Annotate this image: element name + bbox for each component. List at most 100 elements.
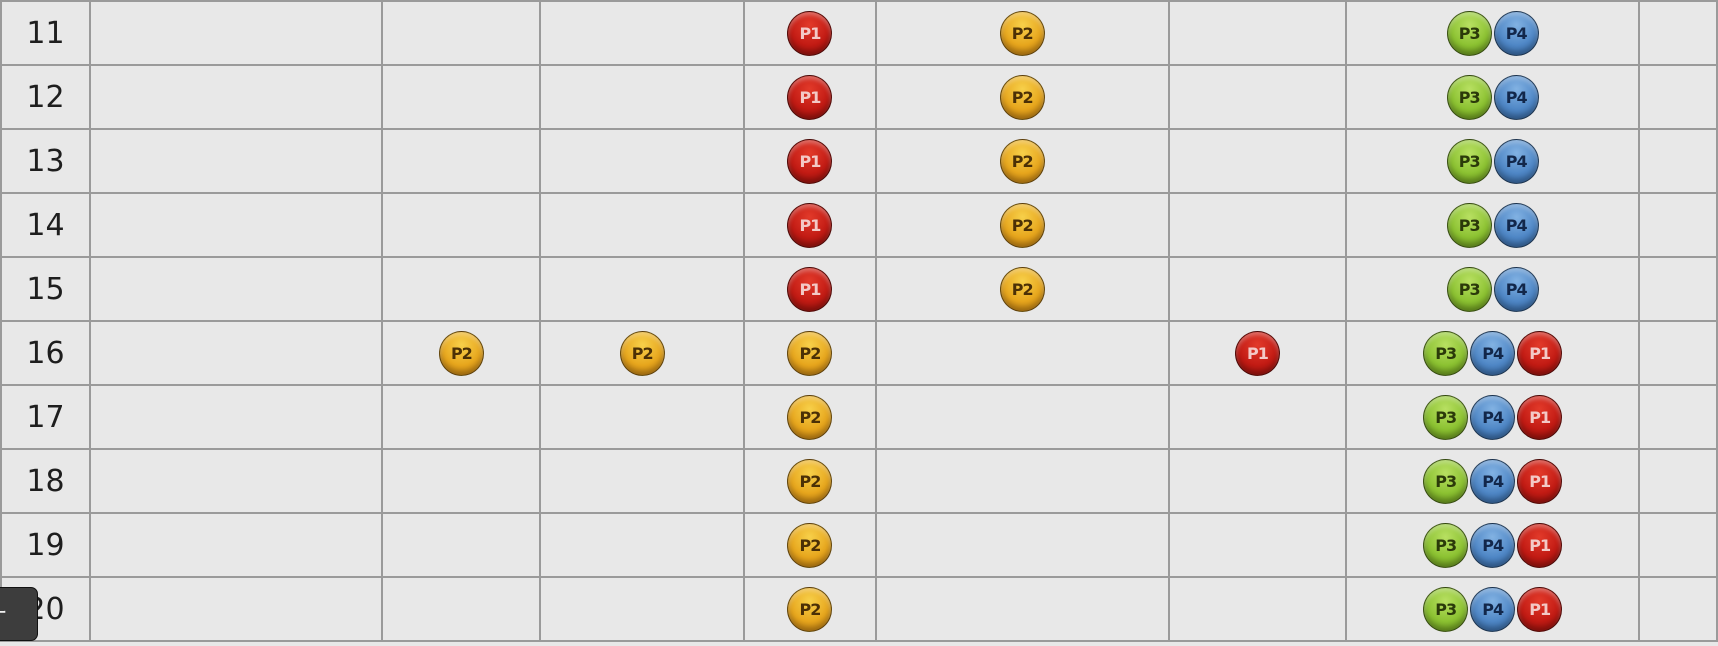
player-token-p4[interactable]: P4 [1493,74,1539,120]
player-token-p1[interactable]: P1 [1517,330,1563,376]
board-cell[interactable] [1167,0,1348,66]
board-cell[interactable] [1167,576,1348,642]
board-cell[interactable] [1638,192,1718,258]
board-cell[interactable] [1638,0,1718,66]
player-token-p3[interactable]: P3 [1423,522,1469,568]
board-cell[interactable] [1638,512,1718,578]
board-cell[interactable]: P2 [743,384,877,450]
board-cell[interactable] [88,128,384,194]
player-token-p1[interactable]: P1 [787,202,833,248]
player-token-p2[interactable]: P2 [999,138,1045,184]
board-cell[interactable] [539,128,746,194]
board-cell[interactable]: P3 P4 P1 [1345,576,1641,642]
player-token-p1[interactable]: P1 [787,74,833,120]
board-cell[interactable] [1638,576,1718,642]
board-cell[interactable]: P2 [874,128,1170,194]
player-token-p2[interactable]: P2 [999,202,1045,248]
board-cell[interactable] [381,512,542,578]
board-cell[interactable] [1638,128,1718,194]
board-cell[interactable] [88,64,384,130]
player-token-p4[interactable]: P4 [1493,138,1539,184]
board-cell[interactable] [874,576,1170,642]
board-cell[interactable]: P2 [743,576,877,642]
player-token-p2[interactable]: P2 [999,266,1045,312]
player-token-p1[interactable]: P1 [787,10,833,56]
board-cell[interactable] [88,448,384,514]
player-token-p2[interactable]: P2 [787,330,833,376]
player-token-p1[interactable]: P1 [787,138,833,184]
player-token-p1[interactable]: P1 [1517,458,1563,504]
board-cell[interactable]: P2 [874,256,1170,322]
board-cell[interactable] [874,320,1170,386]
player-token-p2[interactable]: P2 [619,330,665,376]
board-cell[interactable] [539,576,746,642]
board-cell[interactable]: P2 [874,192,1170,258]
player-token-p2[interactable]: P2 [999,10,1045,56]
player-token-p3[interactable]: P3 [1446,10,1492,56]
board-cell[interactable] [539,448,746,514]
board-cell[interactable] [539,256,746,322]
board-cell[interactable]: P1 [1167,320,1348,386]
board-cell[interactable] [539,192,746,258]
board-cell[interactable]: P3 P4 P1 [1345,320,1641,386]
board-cell[interactable]: P2 [381,320,542,386]
board-cell[interactable] [88,0,384,66]
board-cell[interactable]: P3 P4 [1345,128,1641,194]
board-cell[interactable] [539,64,746,130]
player-token-p1[interactable]: P1 [1517,586,1563,632]
board-cell[interactable]: P3 P4 P1 [1345,448,1641,514]
board-cell[interactable] [1167,256,1348,322]
player-token-p4[interactable]: P4 [1470,330,1516,376]
player-token-p4[interactable]: P4 [1470,458,1516,504]
player-token-p2[interactable]: P2 [787,458,833,504]
board-cell[interactable] [381,64,542,130]
board-cell[interactable] [88,576,384,642]
player-token-p3[interactable]: P3 [1446,138,1492,184]
player-token-p3[interactable]: P3 [1423,394,1469,440]
player-token-p1[interactable]: P1 [1517,522,1563,568]
board-cell[interactable] [88,512,384,578]
board-cell[interactable] [381,256,542,322]
player-token-p4[interactable]: P4 [1493,266,1539,312]
board-cell[interactable]: P2 [743,512,877,578]
board-cell[interactable]: P2 [874,0,1170,66]
board-cell[interactable] [381,384,542,450]
player-token-p3[interactable]: P3 [1446,266,1492,312]
player-token-p4[interactable]: P4 [1470,522,1516,568]
board-cell[interactable] [1638,64,1718,130]
player-token-p1[interactable]: P1 [787,266,833,312]
player-token-p3[interactable]: P3 [1423,458,1469,504]
board-cell[interactable]: P3 P4 [1345,0,1641,66]
board-cell[interactable] [88,192,384,258]
board-cell[interactable] [381,192,542,258]
board-cell[interactable]: P1 [743,256,877,322]
player-token-p3[interactable]: P3 [1423,330,1469,376]
player-token-p2[interactable]: P2 [999,74,1045,120]
board-cell[interactable] [1167,384,1348,450]
board-cell[interactable] [1167,448,1348,514]
player-token-p2[interactable]: P2 [438,330,484,376]
board-cell[interactable] [539,384,746,450]
player-token-p4[interactable]: P4 [1493,202,1539,248]
board-cell[interactable] [539,512,746,578]
board-cell[interactable] [381,0,542,66]
board-cell[interactable] [1167,64,1348,130]
board-cell[interactable] [88,256,384,322]
board-cell[interactable] [381,128,542,194]
board-cell[interactable] [1167,192,1348,258]
board-cell[interactable] [88,320,384,386]
board-cell[interactable]: P2 [743,448,877,514]
player-token-p2[interactable]: P2 [787,522,833,568]
board-cell[interactable] [1638,320,1718,386]
board-cell[interactable]: P2 [874,64,1170,130]
board-cell[interactable]: P2 [743,320,877,386]
player-token-p1[interactable]: P1 [1517,394,1563,440]
board-cell[interactable]: P2 [539,320,746,386]
board-cell[interactable]: P1 [743,128,877,194]
board-cell[interactable]: P3 P4 [1345,192,1641,258]
board-cell[interactable] [1167,512,1348,578]
player-token-p3[interactable]: P3 [1446,202,1492,248]
board-cell[interactable]: P1 [743,64,877,130]
board-cell[interactable]: P1 [743,0,877,66]
board-cell[interactable] [874,384,1170,450]
